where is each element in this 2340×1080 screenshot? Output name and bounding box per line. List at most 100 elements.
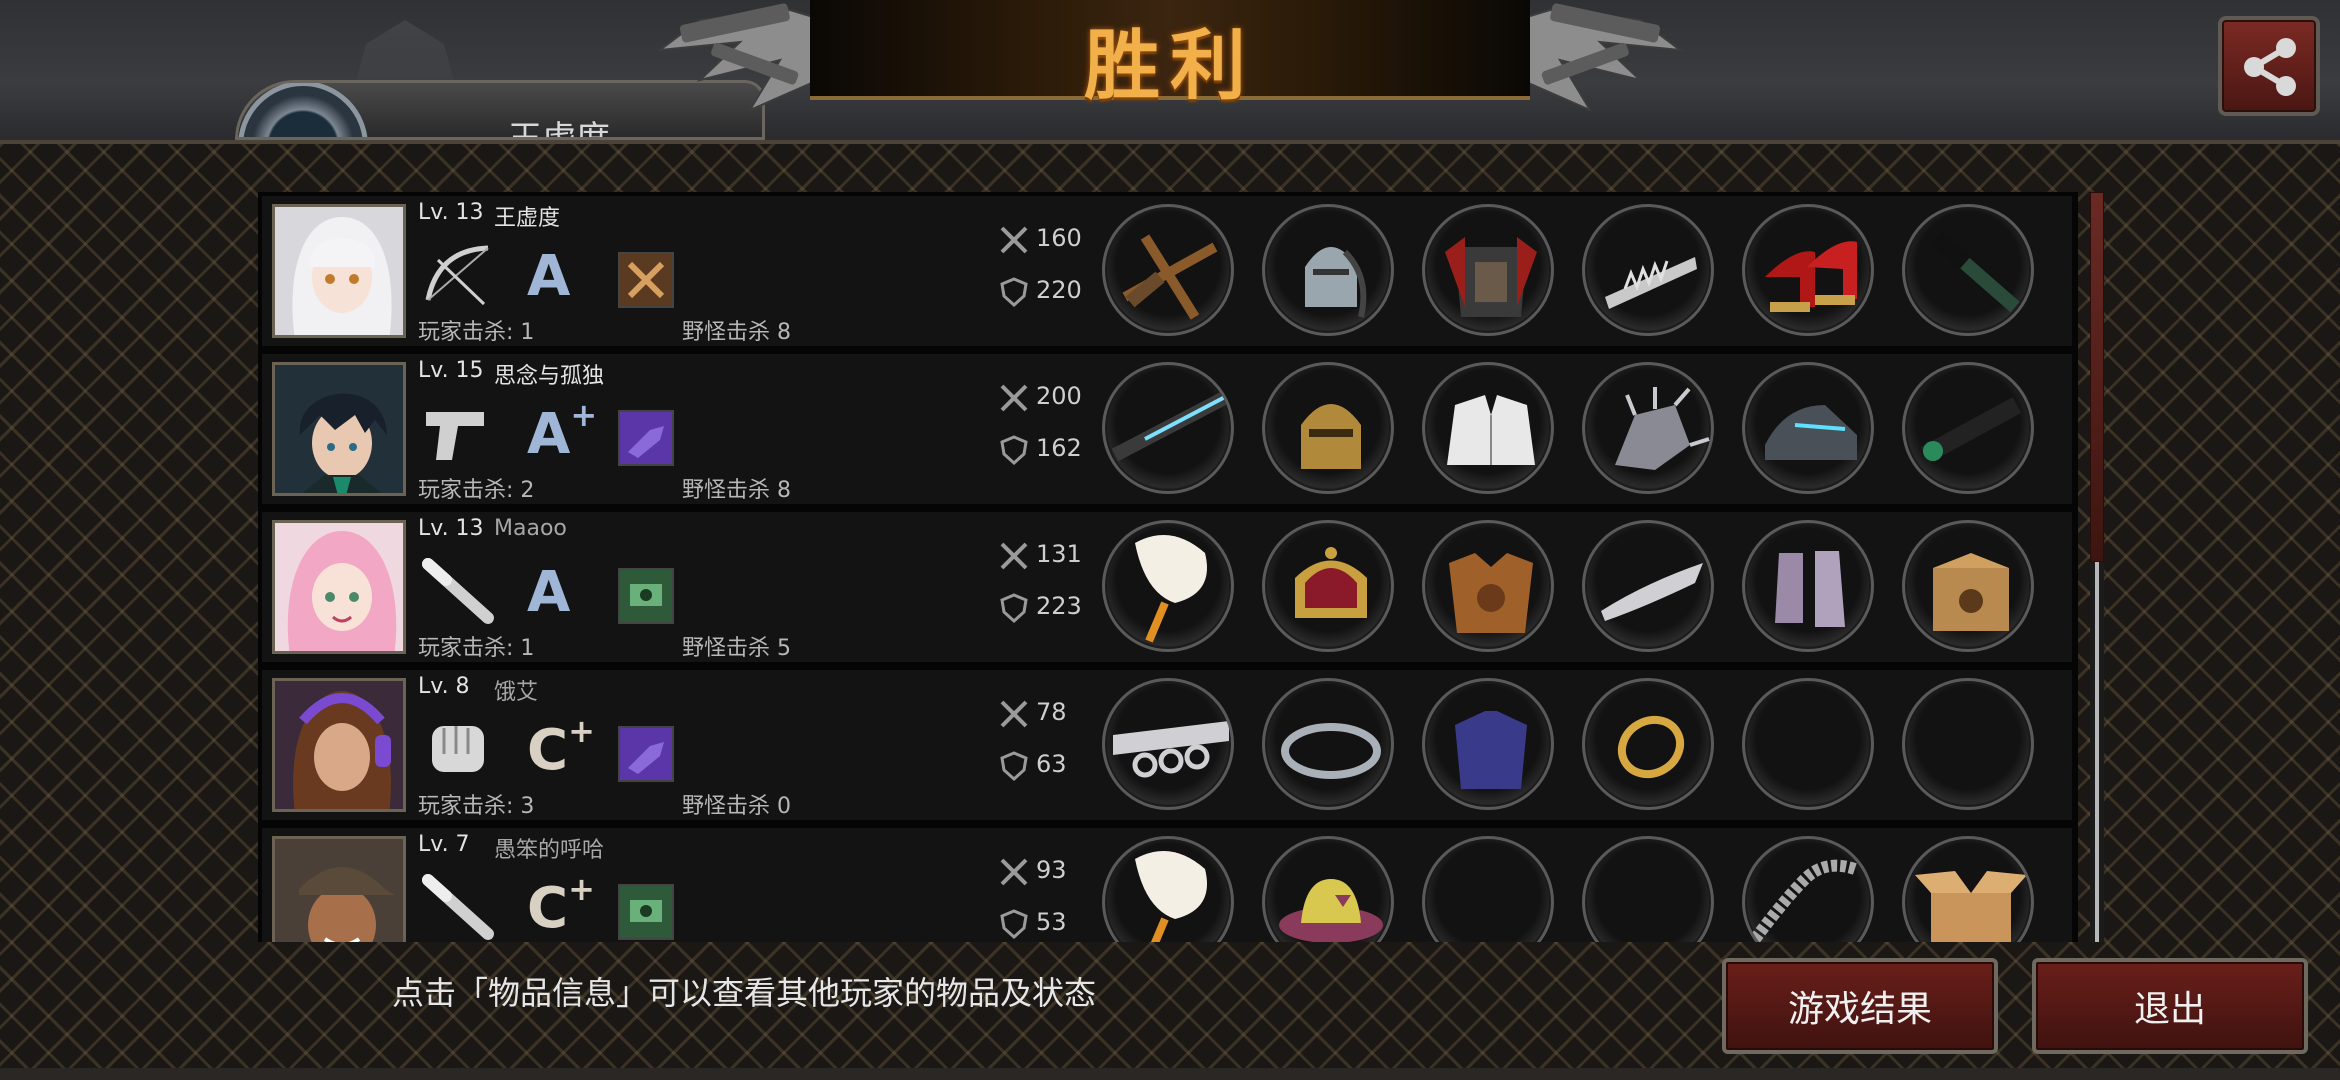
attack-icon [1000,226,1028,254]
scope-icon[interactable] [1902,362,2034,494]
game-result-button[interactable]: 游戏结果 [1722,958,1998,1054]
chain-whip-icon[interactable] [1742,836,1874,942]
player-row[interactable]: Lv. 13 王虚度 A 玩家击杀: 1 野怪击杀 8 160 220 [262,196,2072,346]
grade-letter: A [527,244,571,309]
skill-icon [618,884,674,940]
sun-hat-icon[interactable] [1262,836,1394,942]
player-kills: 玩家击杀: 1 [418,320,535,345]
share-button[interactable] [2218,16,2320,116]
exit-button[interactable]: 退出 [2032,958,2308,1054]
spiked-gauntlet-icon[interactable] [1582,362,1714,494]
defense-icon [1000,593,1028,624]
gold-bracelet-icon[interactable] [1582,678,1714,810]
monster-kills: 野怪击杀 5 [682,636,791,661]
crown-icon[interactable] [1262,520,1394,652]
player-name: 愚笨的呼哈 [494,838,605,863]
defense-icon [1000,751,1028,782]
headband-icon[interactable] [1262,678,1394,810]
skill-icon [618,726,674,782]
attack-icon [1000,542,1028,570]
attack-value: 160 [1036,224,1082,252]
player-kills: 玩家击杀: 3 [418,794,535,819]
defense-icon [1000,435,1028,466]
victory-banner: 胜利 [810,0,1530,110]
empty-slot[interactable] [1422,836,1554,942]
bat-icon [422,874,494,940]
player-level: Lv. 13 [418,516,484,541]
grade-letter: C [527,718,569,783]
grade-letter: A [527,402,571,467]
grade-label: A [527,560,570,625]
fan-icon[interactable] [1102,520,1234,652]
red-heels-icon[interactable] [1742,204,1874,336]
monster-kills: 野怪击杀 8 [682,478,791,503]
bow-icon [425,245,489,306]
cardboard-box-icon[interactable] [1902,836,2034,942]
player-portrait [272,678,406,812]
player-portrait [272,836,406,942]
player-level: Lv. 15 [418,358,484,383]
knuckles-icon[interactable] [1102,678,1234,810]
mystery-box-icon[interactable] [1902,520,2034,652]
victory-title: 胜利 [1084,21,1256,110]
player-level: Lv. 8 [418,674,470,699]
player-row[interactable]: Lv. 13 Maaoo A 玩家击杀: 1 野怪击杀 5 131 223 [262,512,2072,662]
white-jacket-icon[interactable] [1422,362,1554,494]
attack-icon [1000,858,1028,886]
skill-icon [618,410,674,466]
bottom-border [0,1068,2340,1080]
player-level: Lv. 7 [418,832,470,857]
bronze-armor-icon[interactable] [1422,520,1554,652]
attack-value: 200 [1036,382,1082,410]
player-portrait [272,362,406,496]
monster-kills: 野怪击杀 0 [682,794,791,819]
knight-helmet-icon[interactable] [1262,204,1394,336]
grade-plus: + [568,712,595,750]
tech-boots-icon[interactable] [1742,362,1874,494]
skill-icon [618,568,674,624]
green-baton-icon[interactable] [1902,204,2034,336]
empty-slot[interactable] [1742,678,1874,810]
blade-bracer-icon[interactable] [1582,520,1714,652]
player-name: 饿艾 [494,680,539,705]
player-portrait [272,204,406,338]
player-kills: 玩家击杀: 1 [418,636,535,661]
gold-helmet-icon[interactable] [1262,362,1394,494]
grade-label: C+ [527,712,595,783]
laser-rifle-icon[interactable] [1102,362,1234,494]
blue-jacket-icon[interactable] [1422,678,1554,810]
red-armor-icon[interactable] [1422,204,1554,336]
skill-icon [618,252,674,308]
attack-icon [1000,384,1028,412]
monster-kills: 野怪击杀 8 [682,320,791,345]
player-kills: 玩家击杀: 2 [418,478,535,503]
purple-boots-icon[interactable] [1742,520,1874,652]
defense-value: 220 [1036,276,1082,304]
defense-value: 162 [1036,434,1082,462]
list-scrollbar[interactable] [2090,192,2104,942]
player-portrait [272,520,406,654]
player-tab-name: 王虚度 [508,119,610,140]
defense-icon [1000,277,1028,308]
player-row[interactable]: Lv. 7 愚笨的呼哈 C+ 93 53 [262,828,2072,942]
pistol-icon [426,412,484,460]
player-name: 王虚度 [494,206,561,231]
grade-plus: + [568,870,595,908]
player-list[interactable]: Lv. 13 王虚度 A 玩家击杀: 1 野怪击杀 8 160 220 Lv. … [258,192,2078,942]
grade-letter: C [527,876,569,941]
player-row[interactable]: Lv. 15 思念与孤独 A+ 玩家击杀: 2 野怪击杀 8 200 162 [262,354,2072,504]
player-row[interactable]: Lv. 8 饿艾 C+ 玩家击杀: 3 野怪击杀 0 78 63 [262,670,2072,820]
scrollbar-thumb[interactable] [2090,192,2104,562]
defense-value: 223 [1036,592,1082,620]
empty-slot[interactable] [1902,678,2034,810]
defense-value: 53 [1036,908,1067,936]
attack-icon [1000,700,1028,728]
bat-icon [422,558,494,624]
crossbow-icon[interactable] [1102,204,1234,336]
spiked-bracer-icon[interactable] [1582,204,1714,336]
share-icon [2244,38,2296,96]
empty-slot[interactable] [1582,836,1714,942]
player-name: Maaoo [494,516,567,541]
fan-icon[interactable] [1102,836,1234,942]
attack-value: 131 [1036,540,1082,568]
